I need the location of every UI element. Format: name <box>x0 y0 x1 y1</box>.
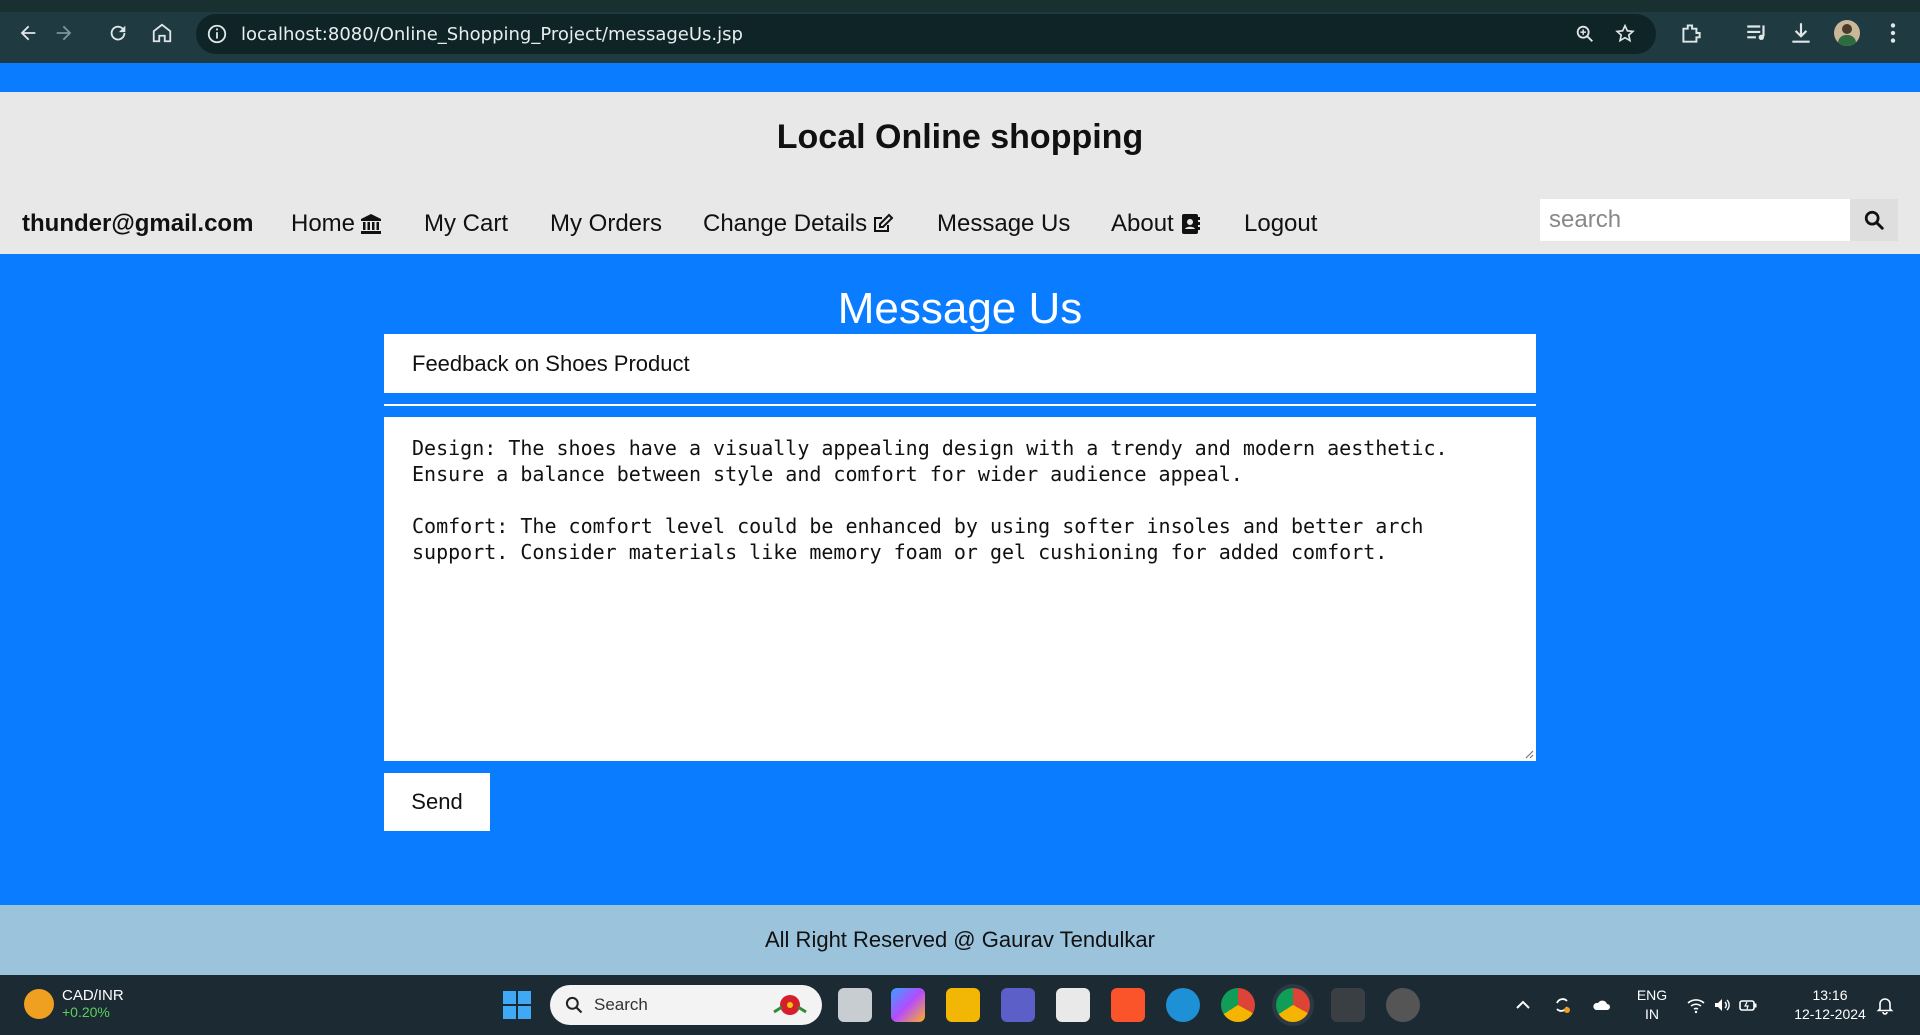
arrow-left-icon <box>20 25 36 41</box>
site-header: Local Online shopping thunder@gmail.com … <box>0 92 1920 254</box>
nav-message-us[interactable]: Message Us <box>937 210 1070 238</box>
teams-icon[interactable] <box>1001 988 1035 1022</box>
reload-icon <box>110 25 126 41</box>
sync-icon[interactable] <box>1552 995 1572 1015</box>
nav-home[interactable]: Home <box>291 210 383 238</box>
resize-grip-icon[interactable] <box>1524 749 1534 759</box>
brave-icon[interactable] <box>1111 988 1145 1022</box>
chrome-icon[interactable] <box>1221 988 1255 1022</box>
nav-change-details[interactable]: Change Details <box>703 210 895 238</box>
onedrive-cloud-icon[interactable] <box>1591 995 1611 1015</box>
nav-home-label: Home <box>291 210 356 237</box>
nav-message-us-label: Message Us <box>937 210 1071 237</box>
avatar-body <box>1838 35 1856 46</box>
language-indicator[interactable]: ENG IN <box>1632 986 1672 1024</box>
footer: All Right Reserved @ Gaurav Tendulkar <box>0 905 1920 975</box>
nav-logout[interactable]: Logout <box>1244 210 1317 238</box>
nav-about[interactable]: About <box>1111 210 1202 238</box>
windows-taskbar: CAD/INR +0.20% Search ENG IN 13:16 12-12… <box>0 975 1920 1035</box>
media-controls-icon[interactable] <box>1744 20 1770 46</box>
clock-date: 12-12-2024 <box>1794 1006 1866 1022</box>
form-divider <box>384 404 1536 406</box>
windows-start-icon[interactable] <box>500 988 534 1022</box>
address-book-icon <box>1181 214 1200 234</box>
wifi-icon[interactable] <box>1686 995 1706 1015</box>
back-button[interactable] <box>14 19 42 47</box>
search-icon <box>565 996 583 1014</box>
widget-title: CAD/INR <box>62 987 124 1004</box>
file-explorer-icon[interactable] <box>946 988 980 1022</box>
nav-my-cart-label: My Cart <box>424 210 508 237</box>
tab-strip <box>0 0 1920 12</box>
forward-button[interactable] <box>50 19 78 47</box>
arrow-right-icon <box>56 25 72 41</box>
clock-time: 13:16 <box>1812 987 1848 1003</box>
avatar-head <box>1842 24 1852 34</box>
site-title: Local Online shopping <box>776 118 1144 156</box>
taskbar-search-label: Search <box>594 995 648 1014</box>
settings-gear-icon[interactable] <box>1386 988 1420 1022</box>
message-textarea[interactable]: Design: The shoes have a visually appeal… <box>384 417 1536 761</box>
poinsettia-icon <box>773 995 807 1015</box>
bank-icon <box>361 214 382 234</box>
search-button[interactable] <box>1850 199 1898 241</box>
chevron-up-icon[interactable] <box>1513 995 1533 1015</box>
nav-my-orders-label: My Orders <box>550 210 663 237</box>
terminal-icon[interactable] <box>1331 988 1365 1022</box>
widget-change: +0.20% <box>62 1004 110 1020</box>
reload-button[interactable] <box>104 19 132 47</box>
menu-dots-icon[interactable] <box>1880 20 1906 46</box>
nav-logout-label: Logout <box>1244 210 1318 237</box>
page-title: Message Us <box>837 284 1083 333</box>
nav-my-cart[interactable]: My Cart <box>424 210 508 238</box>
download-icon[interactable] <box>1788 20 1814 46</box>
search-icon <box>1864 210 1884 230</box>
taskbar-search[interactable]: Search <box>550 985 822 1025</box>
language-line2: IN <box>1645 1006 1659 1022</box>
extensions-icon[interactable] <box>1678 20 1704 46</box>
footer-text: All Right Reserved @ Gaurav Tendulkar <box>765 927 1155 952</box>
nav-my-orders[interactable]: My Orders <box>550 210 662 238</box>
edit-icon <box>874 213 894 232</box>
address-bar[interactable]: localhost:8080/Online_Shopping_Project/m… <box>196 14 1656 54</box>
edge-icon[interactable] <box>1166 988 1200 1022</box>
clock[interactable]: 13:16 12-12-2024 <box>1780 986 1880 1024</box>
task-view-icon[interactable] <box>838 988 872 1022</box>
browser-toolbar: localhost:8080/Online_Shopping_Project/m… <box>0 0 1920 63</box>
search-input[interactable] <box>1540 199 1850 241</box>
subject-input[interactable]: Feedback on Shoes Product <box>384 334 1536 393</box>
home-button[interactable] <box>148 19 176 47</box>
page-top-band <box>0 63 1920 92</box>
home-icon <box>152 23 172 43</box>
notification-bell-icon[interactable] <box>1875 995 1895 1015</box>
currency-widget[interactable]: CAD/INR +0.20% <box>24 987 124 1020</box>
zoom-icon[interactable] <box>1574 23 1596 45</box>
volume-icon[interactable] <box>1712 995 1732 1015</box>
send-button[interactable]: Send <box>384 773 490 831</box>
nav-change-details-label: Change Details <box>703 210 868 237</box>
nav-about-label: About <box>1111 210 1174 237</box>
url-text[interactable]: localhost:8080/Online_Shopping_Project/m… <box>241 24 743 45</box>
store-icon[interactable] <box>1056 988 1090 1022</box>
info-icon[interactable] <box>206 23 228 45</box>
coins-icon <box>24 988 54 1019</box>
user-email: thunder@gmail.com <box>22 210 254 237</box>
language-line1: ENG <box>1636 987 1668 1003</box>
profile-avatar[interactable] <box>1834 20 1860 46</box>
battery-icon[interactable] <box>1738 995 1758 1015</box>
chrome-profile-icon[interactable] <box>1276 988 1310 1022</box>
search-box <box>1540 199 1898 241</box>
copilot-icon[interactable] <box>891 988 925 1022</box>
star-icon[interactable] <box>1614 23 1636 45</box>
